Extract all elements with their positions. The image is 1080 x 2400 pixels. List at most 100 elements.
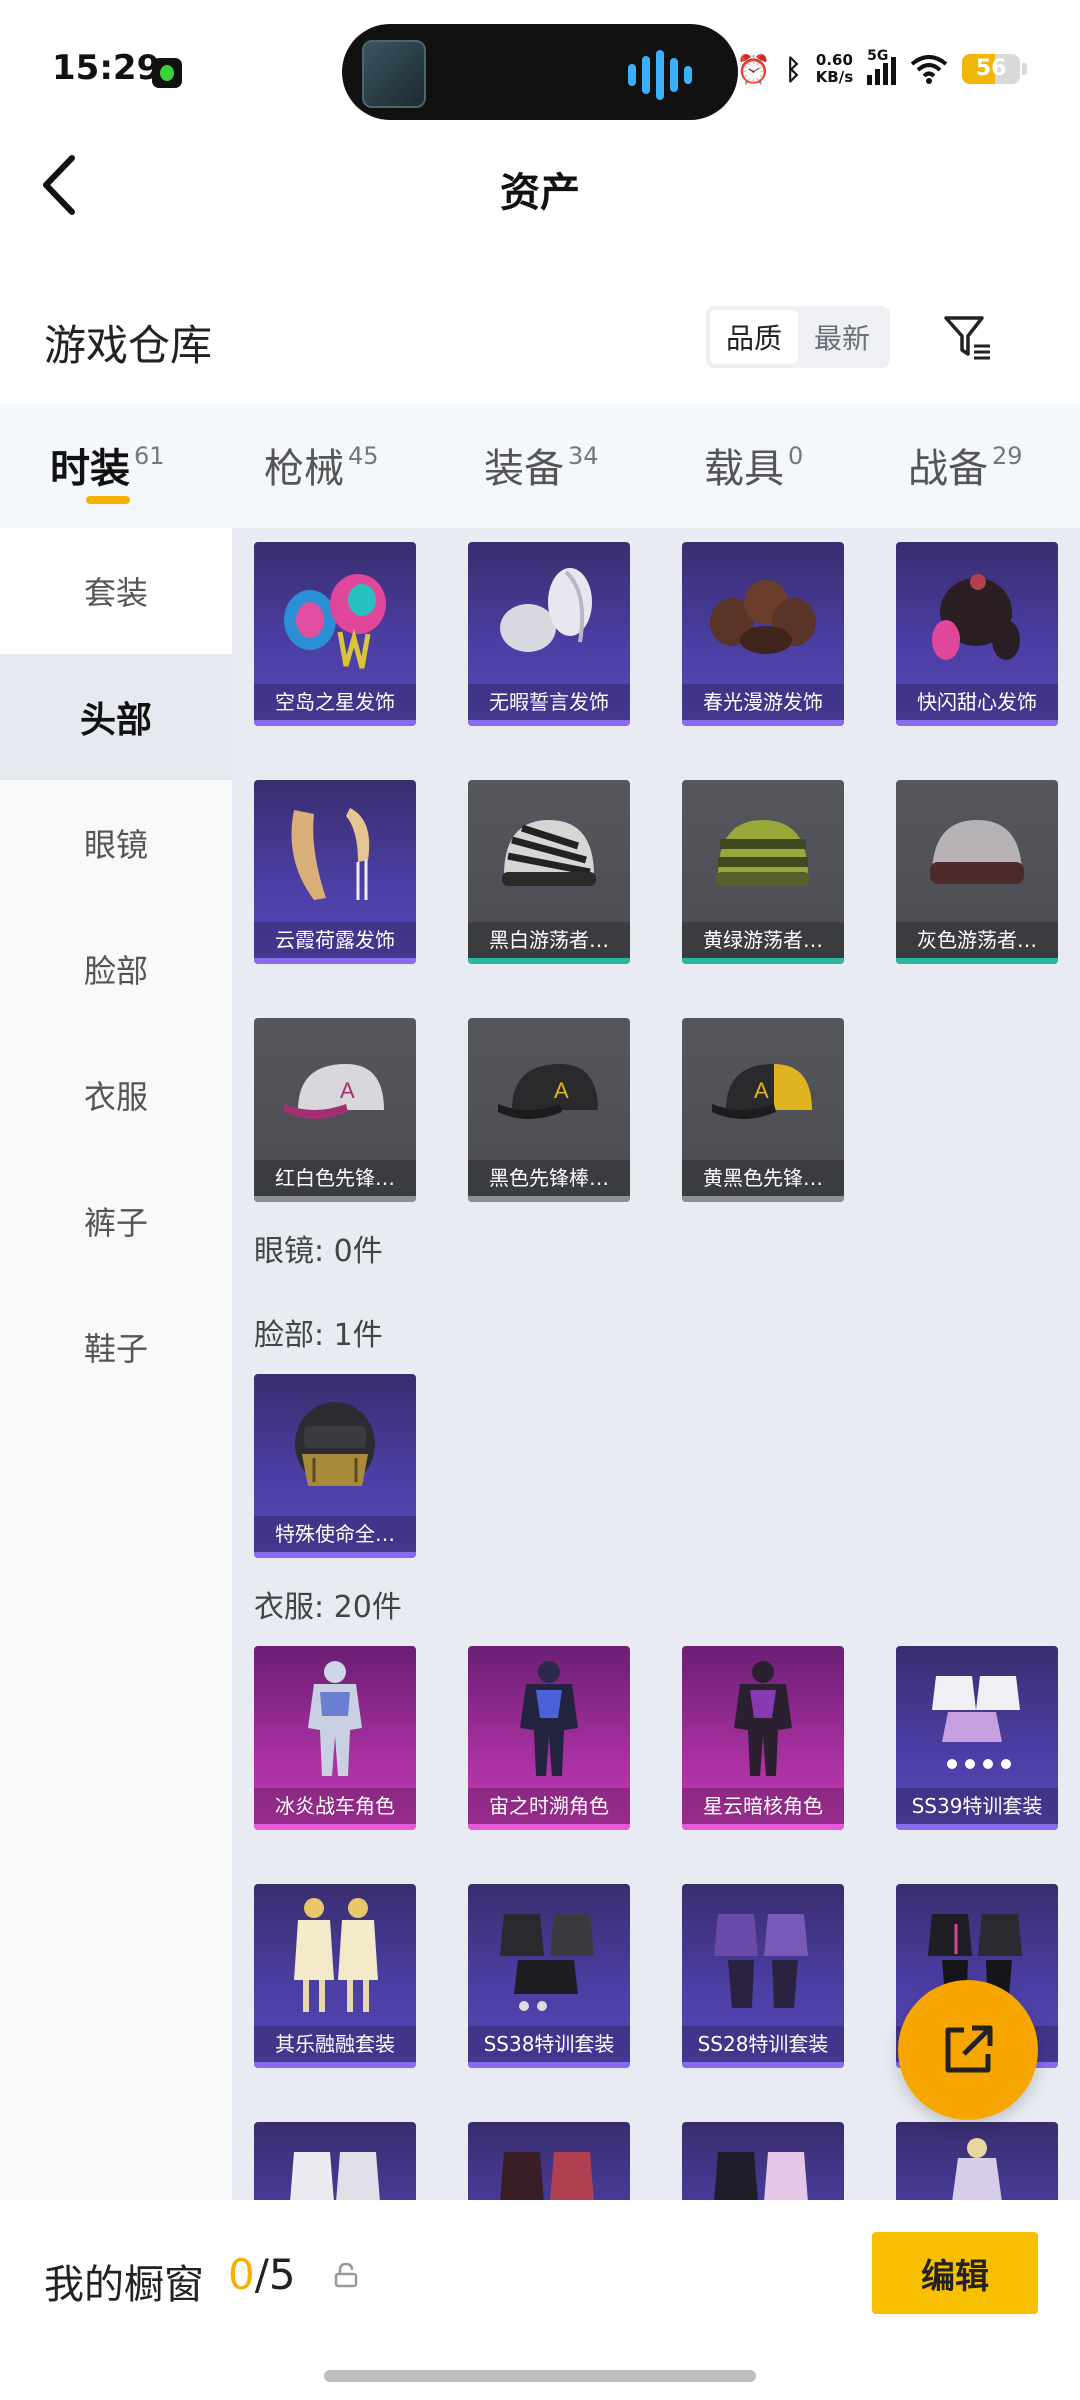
tab-count: 61: [134, 442, 165, 470]
cap-art: A: [284, 1064, 384, 1119]
rarity-bar: [468, 1196, 630, 1202]
sidebar-item-suits[interactable]: 套装: [0, 528, 232, 654]
item-label: 宙之时溯角色: [468, 1788, 630, 1824]
sidebar-item-pants[interactable]: 裤子: [0, 1158, 232, 1284]
hair-accessory-art: [500, 568, 592, 652]
sidebar-item-shoes[interactable]: 鞋子: [0, 1284, 232, 1410]
tab-guns[interactable]: 枪械 45: [264, 436, 379, 494]
status-icons: ⏰ ᛒ 0.60 KB/s 5G 56: [736, 44, 1028, 94]
outfit-set-art: [500, 1914, 594, 2011]
sidebar-item-glasses[interactable]: 眼镜: [0, 780, 232, 906]
item-card[interactable]: 云霞荷露发饰: [254, 780, 416, 964]
lock-icon: [334, 2262, 358, 2288]
item-card[interactable]: [468, 2122, 630, 2200]
net-speed: 0.60 KB/s: [816, 52, 853, 86]
svg-text:A: A: [754, 1078, 769, 1103]
item-card[interactable]: [682, 2122, 844, 2200]
item-card[interactable]: A 红白色先锋…: [254, 1018, 416, 1202]
rarity-bar: [896, 958, 1058, 964]
sort-newest-button[interactable]: 最新: [798, 310, 886, 364]
tab-count: 29: [992, 442, 1023, 470]
outfit-set-art: [290, 2152, 380, 2200]
alarm-icon: ⏰: [736, 52, 771, 86]
item-label: 黄黑色先锋…: [682, 1160, 844, 1196]
item-card[interactable]: 快闪甜心发饰: [896, 542, 1058, 726]
item-card[interactable]: 星云暗核角色: [682, 1646, 844, 1830]
item-label: 红白色先锋…: [254, 1160, 416, 1196]
item-label: SS38特训套装: [468, 2026, 630, 2062]
item-card[interactable]: 无暇誓言发饰: [468, 542, 630, 726]
wifi-icon: [910, 55, 948, 84]
audio-wave-bar: [642, 56, 650, 94]
bluetooth-icon: ᛒ: [784, 52, 802, 86]
net-speed-unit: KB/s: [815, 68, 854, 86]
page-title: 资产: [500, 170, 580, 216]
item-card[interactable]: SS28特训套装: [682, 1884, 844, 2068]
tab-count: 45: [348, 442, 379, 470]
rarity-bar: [682, 720, 844, 726]
item-card[interactable]: 灰色游荡者…: [896, 780, 1058, 964]
glasses-section-header: 眼镜: 0件: [254, 1234, 383, 1269]
media-artwork: [362, 40, 426, 108]
clothes-section-header: 衣服: 20件: [254, 1590, 402, 1625]
sidebar-item-head[interactable]: 头部: [0, 654, 232, 780]
item-card[interactable]: A 黄黑色先锋…: [682, 1018, 844, 1202]
home-indicator[interactable]: [324, 2370, 756, 2382]
beanie-art: [716, 820, 810, 886]
rarity-bar: [254, 958, 416, 964]
edit-button[interactable]: 编辑: [872, 2232, 1038, 2314]
tab-supplies[interactable]: 战备 29: [908, 436, 1023, 494]
audio-wave-bar: [670, 58, 678, 92]
dynamic-island[interactable]: [342, 24, 738, 120]
rarity-bar: [896, 1824, 1058, 1830]
audio-wave-bar: [684, 66, 692, 84]
item-card[interactable]: 黑白游荡者…: [468, 780, 630, 964]
rarity-bar: [468, 720, 630, 726]
item-card[interactable]: 空岛之星发饰: [254, 542, 416, 726]
character-outfit-art: [308, 1661, 362, 1776]
outfit-set-art: [714, 2152, 808, 2200]
item-card[interactable]: [896, 2122, 1058, 2200]
tab-fashion[interactable]: 时装 61: [50, 436, 165, 494]
item-card[interactable]: 冰炎战车角色: [254, 1646, 416, 1830]
hair-accessory-art: [932, 574, 1020, 660]
showcase-count: 0/5: [228, 2250, 296, 2299]
face-section-header: 脸部: 1件: [254, 1318, 383, 1353]
tab-equipment[interactable]: 装备 34: [484, 436, 599, 494]
item-label: 黑色先锋棒…: [468, 1160, 630, 1196]
showcase-total: /5: [254, 2250, 296, 2299]
item-card[interactable]: 特殊使命全…: [254, 1374, 416, 1558]
status-time: 15:29: [52, 48, 161, 88]
share-floating-button[interactable]: [898, 1980, 1038, 2120]
tab-vehicles[interactable]: 载具 0: [704, 436, 803, 494]
external-link-icon: [945, 2025, 993, 2073]
helmet-art: [295, 1402, 375, 1486]
item-label: 黑白游荡者…: [468, 922, 630, 958]
rarity-bar: [468, 1824, 630, 1830]
warehouse-title: 游戏仓库: [44, 321, 213, 370]
filter-icon[interactable]: [940, 310, 996, 366]
rarity-bar: [682, 958, 844, 964]
item-card[interactable]: A 黑色先锋棒…: [468, 1018, 630, 1202]
item-card[interactable]: 其乐融融套装: [254, 1884, 416, 2068]
sidebar-item-face[interactable]: 脸部: [0, 906, 232, 1032]
rarity-bar: [682, 1196, 844, 1202]
rarity-bar: [254, 1552, 416, 1558]
item-label: 星云暗核角色: [682, 1788, 844, 1824]
item-label: 快闪甜心发饰: [896, 684, 1058, 720]
svg-text:A: A: [554, 1078, 569, 1103]
sidebar-item-clothes[interactable]: 衣服: [0, 1032, 232, 1158]
sort-toggle: 品质 最新: [706, 306, 890, 368]
item-card[interactable]: 春光漫游发饰: [682, 542, 844, 726]
item-card[interactable]: 黄绿游荡者…: [682, 780, 844, 964]
item-card[interactable]: [254, 2122, 416, 2200]
item-label: 云霞荷露发饰: [254, 922, 416, 958]
item-card[interactable]: SS39特训套装: [896, 1646, 1058, 1830]
tab-label: 装备: [484, 446, 564, 492]
rarity-bar: [254, 1196, 416, 1202]
rarity-bar: [468, 958, 630, 964]
item-card[interactable]: 宙之时溯角色: [468, 1646, 630, 1830]
sort-quality-button[interactable]: 品质: [710, 310, 798, 364]
item-card[interactable]: SS38特训套装: [468, 1884, 630, 2068]
item-label: 黄绿游荡者…: [682, 922, 844, 958]
